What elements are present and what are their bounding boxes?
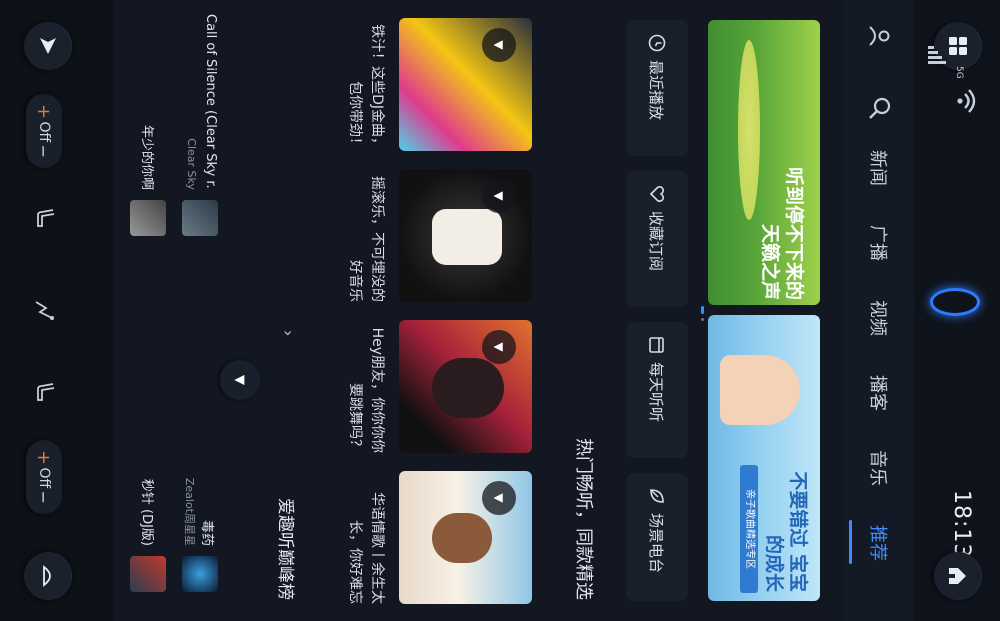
defrost-button[interactable] <box>24 552 72 600</box>
scene-radio-button[interactable]: 场景电台 <box>626 473 688 601</box>
banner-nature-title: 听到停不下来的 天籁之声 <box>759 166 805 300</box>
active-tab-indicator <box>849 520 852 564</box>
signal-label: 5G <box>954 66 964 79</box>
playlist-card-dj[interactable]: ▼ <box>399 18 532 151</box>
chart-song-3[interactable]: 秒针 (DJ版) <box>130 370 166 600</box>
banner-kids-photo <box>720 355 800 425</box>
recent-play-label: 最近播放 <box>647 60 666 121</box>
search-button[interactable] <box>864 96 892 120</box>
play-icon[interactable]: ▼ <box>482 330 516 364</box>
minus-icon[interactable]: − <box>35 145 54 158</box>
leaf-icon <box>650 489 664 503</box>
user-account-button[interactable] <box>864 24 892 48</box>
clock-icon <box>648 34 666 52</box>
song-artist: Zealot周星星 <box>183 477 196 546</box>
card-caption-rock: 摇滚乐，不可埋没的好音乐 <box>347 176 385 302</box>
sun-glow <box>738 40 760 220</box>
section-title: 热门畅听，同款精选 <box>573 438 594 600</box>
carousel-dot-active <box>701 306 704 314</box>
navigation-button[interactable] <box>24 22 72 70</box>
playlist-card-rock[interactable]: ▼ <box>399 169 532 302</box>
play-icon[interactable]: ▼ <box>482 481 516 515</box>
playlist-card-dance[interactable]: ▼ <box>399 320 532 453</box>
song-title: 秒针 (DJ版) <box>139 478 154 546</box>
song-artist: Clear Sky <box>185 138 198 190</box>
temp-control-left[interactable]: + Off − <box>26 94 62 168</box>
play-icon[interactable]: ▼ <box>482 28 516 62</box>
defrost-icon <box>43 565 51 587</box>
song-cover <box>182 556 218 592</box>
song-title: 年少的你啊 <box>139 124 154 190</box>
tab-video[interactable]: 视频 <box>866 300 892 336</box>
heart-icon <box>649 185 665 203</box>
seat-heat-icon <box>37 383 55 401</box>
song-cover <box>130 556 166 592</box>
car-media-ui: 5G 18:13 新闻 广播 视频 播客 音乐 推荐 听到停不下来的 天籁之声 … <box>0 0 1000 621</box>
wifi-indicator <box>946 86 980 116</box>
status-bar: 5G 18:13 <box>914 0 1000 621</box>
wifi-icon <box>957 89 976 113</box>
card-caption-love: 华语情歌丨余生太长，你好难忘 <box>347 492 385 604</box>
recent-play-button[interactable]: 最近播放 <box>626 20 688 156</box>
clock: 18:13 <box>949 490 974 559</box>
banner-nature[interactable]: 听到停不下来的 天籁之声 <box>708 20 820 305</box>
minus-icon[interactable]: − <box>35 491 54 504</box>
card-caption-dance: Hey朋友，你你你你要跳舞吗？ <box>347 327 385 453</box>
navigation-arrow-icon <box>40 38 56 54</box>
search-icon <box>869 97 891 119</box>
home-button[interactable] <box>934 552 982 600</box>
favorites-button[interactable]: 收藏订阅 <box>626 171 688 307</box>
tab-news[interactable]: 新闻 <box>866 150 892 186</box>
dancer-art <box>432 358 504 418</box>
tab-radio[interactable]: 广播 <box>866 225 892 261</box>
temp-left-value: Off <box>36 121 52 143</box>
fan-icon <box>35 301 54 320</box>
tab-music[interactable]: 音乐 <box>866 450 892 486</box>
temp-control-right[interactable]: + Off − <box>26 440 62 514</box>
plus-icon[interactable]: + <box>34 104 55 119</box>
fan-direction-button[interactable] <box>28 298 56 322</box>
vehicle-control-bar: + Off − + Off − <box>0 0 114 621</box>
chevron-right-icon[interactable]: › <box>279 330 298 336</box>
chart-song-4[interactable]: 年少的你啊 <box>130 14 166 244</box>
chart-title[interactable]: 爱趣听巅峰榜 <box>275 350 300 600</box>
favorites-label: 收藏订阅 <box>647 211 666 272</box>
banner-kids[interactable]: 不要错过 宝宝的成长 亲子歌曲精选专区 <box>708 315 820 601</box>
plus-icon[interactable]: + <box>34 450 55 465</box>
daily-listen-button[interactable]: 每天听听 <box>626 322 688 458</box>
scene-radio-label: 场景电台 <box>647 513 666 574</box>
seat-heat-right-button[interactable] <box>28 382 56 406</box>
chart-song-2[interactable]: Call of Silence (Clear Sky r... Clear Sk… <box>182 14 218 244</box>
chart-song-1[interactable]: 毒药 Zealot周星星 <box>182 370 218 600</box>
signal-icon <box>928 46 946 64</box>
user-icon <box>869 26 890 46</box>
carousel-dot <box>701 318 704 321</box>
grid-icon <box>949 37 967 55</box>
screen: 5G 18:13 新闻 广播 视频 播客 音乐 推荐 听到停不下来的 天籁之声 … <box>0 0 1000 621</box>
song-title: 毒药 <box>199 519 214 546</box>
song-cover <box>182 200 218 236</box>
tab-podcast[interactable]: 播客 <box>866 375 892 411</box>
song-cover <box>130 200 166 236</box>
chart-play-button[interactable]: ▼ <box>220 360 260 400</box>
banner-kids-title: 不要错过 宝宝的成长 <box>763 471 809 592</box>
playlist-card-love-songs[interactable]: ▼ <box>399 471 532 604</box>
calendar-icon <box>649 337 664 353</box>
seat-heat-left-button[interactable] <box>28 208 56 232</box>
banner-kids-tag: 亲子歌曲精选专区 <box>740 465 758 593</box>
home-icon <box>949 568 966 584</box>
daily-listen-label: 每天听听 <box>647 362 666 423</box>
voice-assistant-button[interactable] <box>930 288 980 316</box>
card-caption-dj: 铁汁！这些DJ金曲，包你带劲！ <box>347 24 385 151</box>
signal-indicator <box>920 42 950 82</box>
play-icon[interactable]: ▼ <box>482 179 516 213</box>
tab-recommend[interactable]: 推荐 <box>866 525 892 561</box>
category-tabs: 新闻 广播 视频 播客 音乐 推荐 <box>844 0 914 621</box>
seat-heat-icon <box>37 209 55 227</box>
song-title: Call of Silence (Clear Sky r... <box>203 14 218 190</box>
girl-art <box>432 513 492 563</box>
rock-hand-art <box>432 209 502 265</box>
temp-right-value: Off <box>36 467 52 489</box>
